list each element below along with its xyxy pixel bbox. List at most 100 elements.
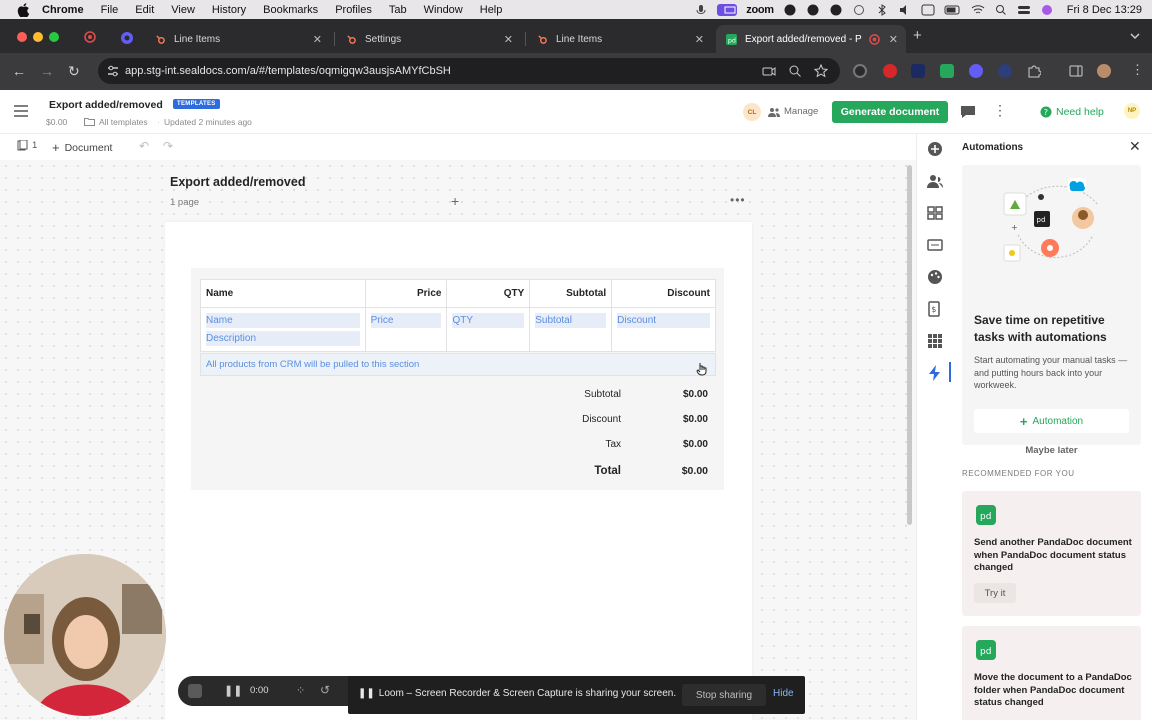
pandadoc-extension-icon[interactable]: [940, 64, 954, 78]
recommendation-card[interactable]: pd Send another PandaDoc document when P…: [962, 491, 1141, 616]
back-arrow-icon[interactable]: ←: [12, 63, 26, 79]
new-tab-button[interactable]: +: [913, 27, 922, 44]
cell-discount[interactable]: Discount: [611, 307, 716, 352]
ring-icon[interactable]: [829, 4, 843, 16]
document-title[interactable]: Export added/removed: [49, 99, 163, 111]
canvas-scrollbar[interactable]: [907, 165, 912, 525]
add-automation-button[interactable]: + Automation: [974, 409, 1129, 433]
menu-view[interactable]: View: [171, 4, 195, 16]
tab-line-items-1[interactable]: Line Items ✕: [145, 25, 330, 53]
pricing-icon[interactable]: $: [927, 301, 943, 317]
manage-button[interactable]: Manage: [768, 106, 818, 117]
subtotal-field[interactable]: Subtotal: [535, 313, 607, 328]
close-tab-icon[interactable]: ✕: [313, 33, 322, 46]
wifi-icon[interactable]: [971, 4, 985, 16]
menu-history[interactable]: History: [212, 4, 246, 16]
price-field[interactable]: Price: [370, 313, 442, 328]
pause-recording-button[interactable]: ❚❚: [224, 684, 242, 697]
recipients-icon[interactable]: [927, 173, 943, 189]
name-field[interactable]: Name: [206, 313, 360, 328]
menu-profiles[interactable]: Profiles: [335, 4, 372, 16]
apps-grid-icon[interactable]: [927, 333, 943, 349]
tab-search-chevron-icon[interactable]: [1129, 32, 1141, 40]
close-panel-icon[interactable]: ✕: [1129, 138, 1141, 155]
add-block-plus-icon[interactable]: +: [451, 193, 459, 209]
try-it-button[interactable]: Try it: [974, 583, 1016, 603]
cell-subtotal[interactable]: Subtotal: [529, 307, 613, 352]
window-minimize-button[interactable]: [33, 32, 43, 42]
telegram-icon[interactable]: [806, 4, 820, 16]
qty-field[interactable]: QTY: [452, 313, 525, 328]
add-content-icon[interactable]: [927, 141, 943, 157]
volume-icon[interactable]: [898, 4, 912, 16]
collaborator-avatar[interactable]: CL: [743, 103, 761, 121]
extension-2-icon[interactable]: [883, 64, 897, 78]
url-text[interactable]: app.stg-int.sealdocs.com/a/#/templates/o…: [125, 65, 451, 77]
undo-icon[interactable]: ↶: [139, 139, 149, 153]
tab-export-added-removed[interactable]: pd Export added/removed - P ✕: [716, 25, 906, 53]
menu-window[interactable]: Window: [424, 4, 463, 16]
hamburger-menu-icon[interactable]: [14, 105, 28, 117]
screen-share-icon[interactable]: [717, 3, 738, 16]
close-tab-icon[interactable]: ✕: [889, 33, 898, 46]
cell-price[interactable]: Price: [364, 307, 448, 352]
window-zoom-button[interactable]: [49, 32, 59, 42]
menu-bookmarks[interactable]: Bookmarks: [263, 4, 318, 16]
bluetooth-icon[interactable]: [875, 3, 889, 16]
side-panel-icon[interactable]: [1069, 64, 1083, 78]
spotlight-search-icon[interactable]: [994, 4, 1008, 16]
siri-icon[interactable]: [1040, 4, 1054, 16]
need-help-button[interactable]: ? Need help: [1040, 106, 1104, 118]
keyboard-input-icon[interactable]: [921, 4, 935, 16]
menu-help[interactable]: Help: [480, 4, 503, 16]
discount-field[interactable]: Discount: [617, 313, 710, 328]
forward-arrow-icon[interactable]: →: [40, 63, 54, 79]
menu-tab[interactable]: Tab: [389, 4, 407, 16]
zoom-app-label[interactable]: zoom: [746, 4, 774, 16]
extension-1-icon[interactable]: [853, 64, 867, 78]
page-more-options-icon[interactable]: •••: [730, 193, 746, 207]
profile-avatar[interactable]: [1097, 64, 1111, 78]
menu-app-chrome[interactable]: Chrome: [42, 4, 84, 16]
user-avatar[interactable]: NP: [1124, 103, 1140, 119]
battery-icon[interactable]: [944, 4, 962, 16]
apple-icon[interactable]: [16, 2, 30, 17]
bookmark-star-icon[interactable]: [814, 64, 828, 78]
crm-products-row[interactable]: All products from CRM will be pulled to …: [200, 353, 716, 376]
close-tab-icon[interactable]: ✕: [504, 33, 513, 46]
stop-recording-button[interactable]: [188, 684, 202, 698]
extension-3-icon[interactable]: [911, 64, 925, 78]
maybe-later-button[interactable]: Maybe later: [962, 445, 1141, 456]
variables-icon[interactable]: [927, 237, 943, 253]
add-document-button[interactable]: + Document: [52, 140, 112, 155]
webcam-bubble[interactable]: [4, 554, 166, 716]
automations-lightning-icon[interactable]: [927, 365, 943, 381]
generate-document-button[interactable]: Generate document: [832, 101, 948, 123]
stop-sharing-button[interactable]: Stop sharing: [682, 684, 766, 706]
teams-icon[interactable]: [783, 4, 797, 16]
drawing-tools-icon[interactable]: ⁘: [296, 684, 305, 697]
pricing-table[interactable]: Name Price QTY Subtotal Discount Name De…: [200, 279, 716, 352]
close-tab-icon[interactable]: ✕: [695, 33, 704, 46]
redo-icon[interactable]: ↷: [163, 139, 173, 153]
tab-line-items-2[interactable]: Line Items ✕: [527, 25, 712, 53]
hide-button[interactable]: Hide: [773, 688, 794, 699]
recommendation-card[interactable]: pd Move the document to a PandaDoc folde…: [962, 626, 1141, 720]
design-palette-icon[interactable]: [927, 269, 943, 285]
window-close-button[interactable]: [17, 32, 27, 42]
loom-tab-icon[interactable]: [120, 31, 134, 45]
restart-recording-icon[interactable]: ↺: [320, 683, 330, 697]
menu-edit[interactable]: Edit: [135, 4, 154, 16]
reload-icon[interactable]: ↻: [68, 63, 80, 80]
site-settings-icon[interactable]: [106, 64, 120, 78]
extensions-puzzle-icon[interactable]: [1027, 64, 1041, 78]
description-field[interactable]: Description: [206, 331, 360, 346]
address-bar[interactable]: app.stg-int.sealdocs.com/a/#/templates/o…: [98, 58, 840, 84]
more-options-icon[interactable]: ⋮: [993, 102, 1007, 119]
table-row[interactable]: Name Description Price QTY Subtotal Disc…: [200, 307, 716, 352]
cell-name[interactable]: Name Description: [200, 307, 366, 352]
loom-extension-icon[interactable]: [969, 64, 983, 78]
chrome-menu-icon[interactable]: ⋮: [1131, 62, 1144, 78]
camera-icon[interactable]: [762, 64, 776, 78]
control-center-icon[interactable]: [1017, 4, 1031, 16]
